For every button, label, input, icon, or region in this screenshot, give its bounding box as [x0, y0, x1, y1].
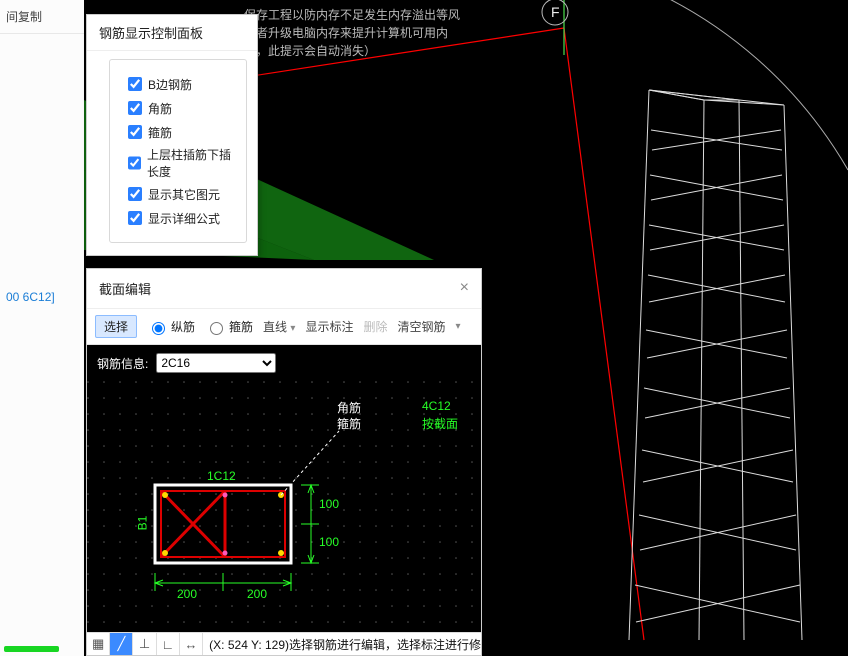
tool-line[interactable]: 直线 ▾ [263, 318, 295, 335]
ann-b1: B1 [135, 516, 149, 531]
bb-angle-icon[interactable]: ∟ [157, 633, 180, 655]
left-code-text: 00 6C12] [0, 284, 84, 310]
radio-stirrup-label: 箍筋 [229, 318, 253, 335]
radio-long-bar[interactable]: 纵筋 [147, 318, 195, 335]
bb-grid-icon[interactable]: ▦ [87, 633, 110, 655]
chk-stirrup[interactable]: 箍筋 [124, 122, 232, 142]
tool-delete: 删除 [363, 318, 387, 335]
rebar-checklist: B边钢筋 角筋 箍筋 上层柱插筋下插长度 显示其它图元 显示详细公式 [109, 59, 247, 243]
chk-stirrup-box[interactable] [128, 125, 142, 139]
section-panel-title: 截面编辑 × [87, 269, 481, 309]
dim-200a: 200 [177, 587, 197, 601]
rebar-info-row: 钢筋信息: 2C16 [87, 345, 481, 381]
ann-by-section: 按截面 [422, 415, 458, 432]
ann-corner: 角筋 [337, 399, 361, 416]
chk-corner[interactable]: 角筋 [124, 98, 232, 118]
chk-upper-insert-label: 上层柱插筋下插长度 [147, 146, 232, 180]
left-sidebar: 间复制 00 6C12] [0, 0, 85, 656]
rebar-info-select[interactable]: 2C16 [156, 353, 276, 373]
bb-snap-icon[interactable]: ↔ [180, 633, 203, 655]
chk-b-side-box[interactable] [128, 77, 142, 91]
bb-perp-icon[interactable]: ⊥ [133, 633, 156, 655]
chevron-down-icon: ▾ [290, 323, 295, 334]
radio-long-bar-input[interactable] [152, 322, 165, 335]
section-toolbar: 选择 纵筋 箍筋 直线 ▾ 显示标注 删除 清空钢筋 ▾ [87, 309, 481, 345]
dim-100a: 100 [319, 497, 339, 511]
chk-upper-insert[interactable]: 上层柱插筋下插长度 [124, 146, 232, 180]
chk-show-other-box[interactable] [128, 187, 142, 201]
chk-show-formula[interactable]: 显示详细公式 [124, 208, 232, 228]
tool-show-dim[interactable]: 显示标注 [305, 318, 353, 335]
section-bottom-bar: ▦ ╱ ⊥ ∟ ↔ (X: 524 Y: 129)选择钢筋进行编辑，选择标注进行… [87, 632, 481, 655]
axis-bubble-F: F [551, 4, 560, 20]
section-canvas[interactable]: 角筋 箍筋 4C12 按截面 1C12 B1 100 100 200 200 [87, 381, 481, 641]
chk-show-other[interactable]: 显示其它图元 [124, 184, 232, 204]
chk-b-side-label: B边钢筋 [148, 76, 192, 93]
chk-show-formula-box[interactable] [128, 211, 142, 225]
section-panel-title-text: 截面编辑 [99, 282, 151, 297]
radio-long-bar-label: 纵筋 [171, 318, 195, 335]
dim-200b: 200 [247, 587, 267, 601]
left-tab-1[interactable]: 间复制 [0, 0, 84, 34]
tool-select[interactable]: 选择 [95, 315, 137, 338]
status-text: (X: 524 Y: 129)选择钢筋进行编辑，选择标注进行修 [203, 636, 481, 653]
chk-upper-insert-box[interactable] [128, 156, 141, 170]
chk-corner-label: 角筋 [148, 100, 172, 117]
section-editor-panel: 截面编辑 × 选择 纵筋 箍筋 直线 ▾ 显示标注 删除 清空钢筋 ▾ 钢筋信息… [86, 268, 482, 656]
dim-top: 1C12 [207, 469, 236, 483]
rebar-display-panel: 钢筋显示控制面板 B边钢筋 角筋 箍筋 上层柱插筋下插长度 显示其它图元 显示详… [86, 14, 258, 256]
chk-show-other-label: 显示其它图元 [148, 186, 220, 203]
chevron-down-icon-2: ▾ [455, 321, 460, 332]
chk-b-side[interactable]: B边钢筋 [124, 74, 232, 94]
ann-stirrup: 箍筋 [337, 415, 361, 432]
chk-corner-box[interactable] [128, 101, 142, 115]
rebar-panel-title: 钢筋显示控制面板 [87, 15, 257, 51]
rebar-info-label: 钢筋信息: [97, 355, 148, 372]
ann-4c12: 4C12 [422, 399, 451, 413]
left-progress-bar [4, 646, 59, 652]
tool-clear[interactable]: 清空钢筋 [397, 318, 445, 335]
radio-stirrup-input[interactable] [210, 322, 223, 335]
chk-show-formula-label: 显示详细公式 [148, 210, 220, 227]
chk-stirrup-label: 箍筋 [148, 124, 172, 141]
radio-stirrup[interactable]: 箍筋 [205, 318, 253, 335]
hint-line-3: 时，此提示会自动消失） [244, 42, 376, 59]
hint-line-1: 保存工程以防内存不足发生内存溢出等风 [244, 6, 460, 23]
hint-line-2: 或者升级电脑内存来提升计算机可用内 [244, 24, 448, 41]
close-icon[interactable]: × [460, 279, 469, 297]
bb-diag-icon[interactable]: ╱ [110, 633, 133, 655]
dim-100b: 100 [319, 535, 339, 549]
